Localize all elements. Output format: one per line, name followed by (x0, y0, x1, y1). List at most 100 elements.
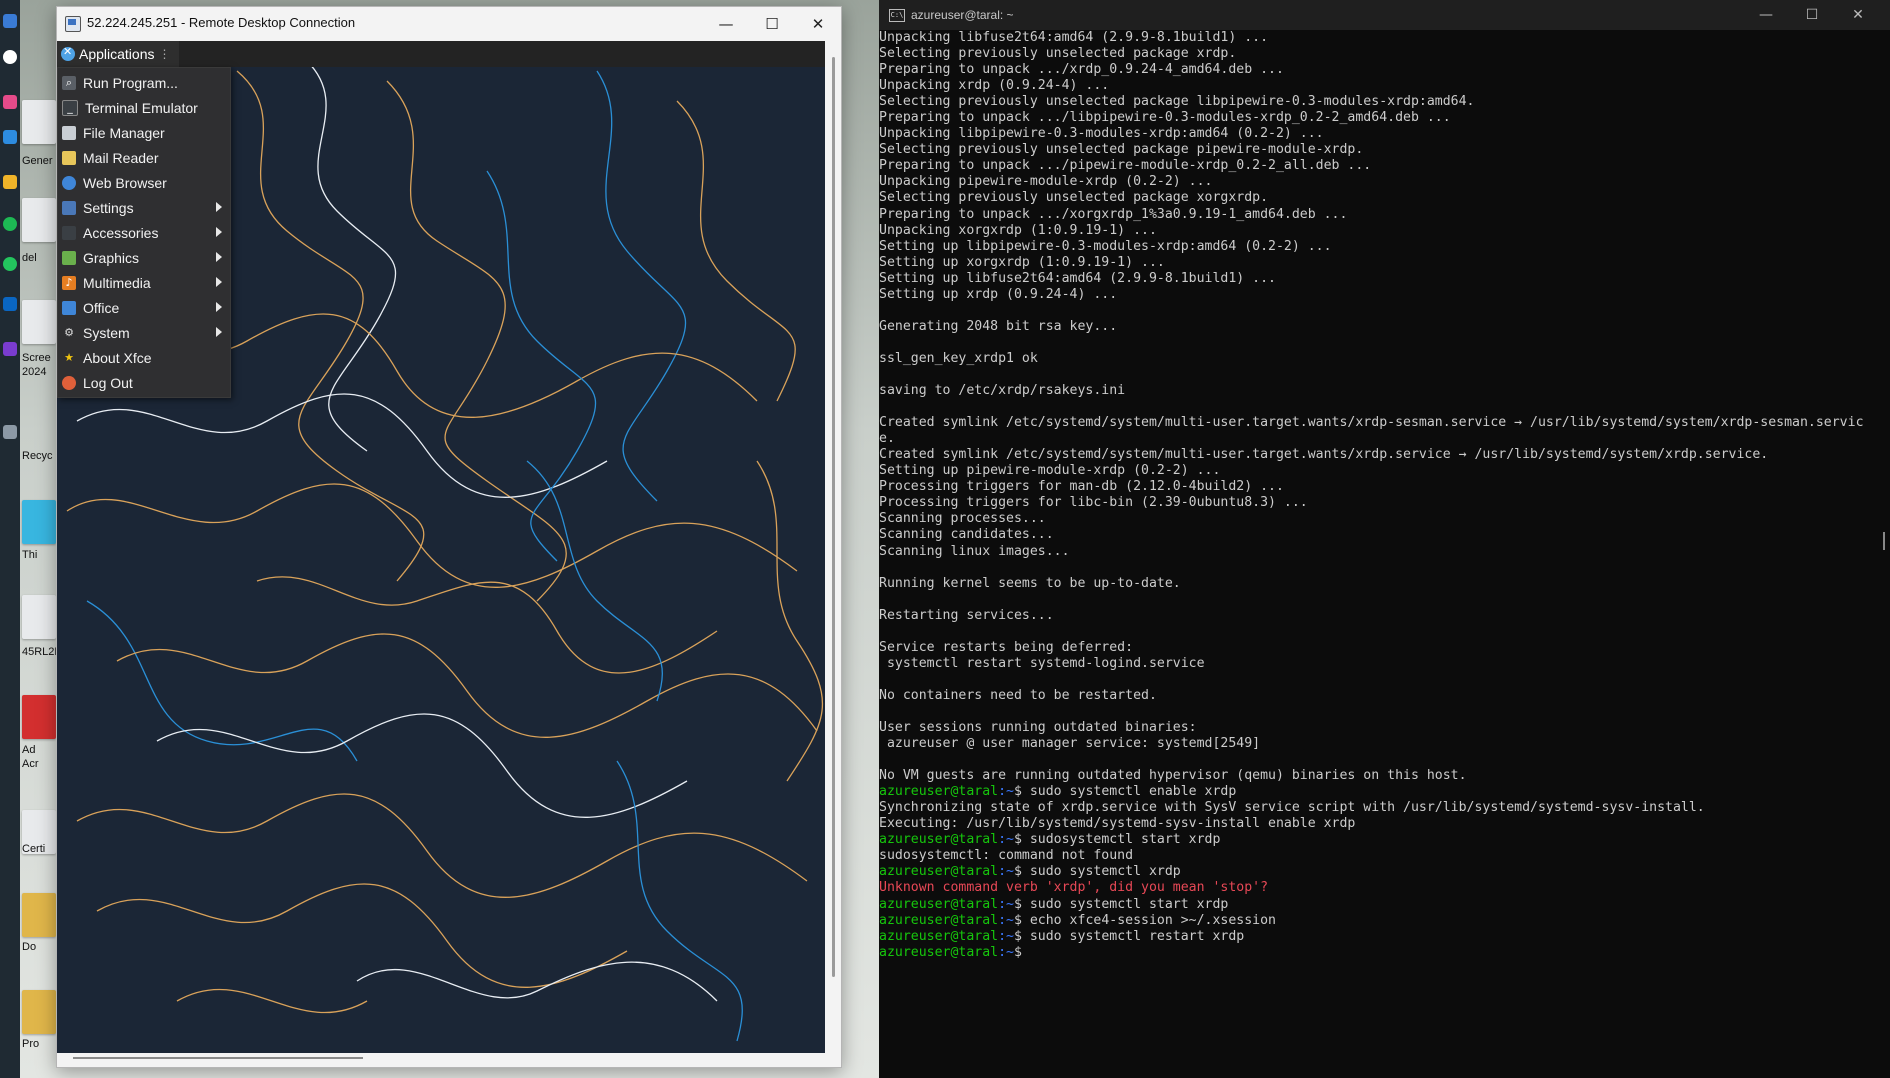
terminal-prompt-line: azureuser@taral:~$ sudo systemctl start … (879, 897, 1879, 913)
menu-item-label: System (83, 324, 130, 341)
terminal-line: Preparing to unpack .../libpipewire-0.3-… (879, 110, 1451, 126)
submenu-arrow-icon (216, 302, 222, 312)
menu-item-accessories[interactable]: Accessories (58, 220, 230, 245)
menu-item-mail-reader[interactable]: Mail Reader (58, 145, 230, 170)
menu-item-file-manager[interactable]: File Manager (58, 120, 230, 145)
terminal-line: Running kernel seems to be up-to-date. (879, 575, 1181, 591)
desktop-icon[interactable] (22, 100, 56, 144)
prompt-user-host: azureuser@taral (879, 912, 999, 928)
taskbar-app-icon[interactable] (3, 14, 17, 28)
terminal-line: Selecting previously unselected package … (879, 46, 1237, 62)
terminal-line: saving to /etc/xrdp/rsakeys.ini (879, 383, 1126, 399)
menu-item-graphics[interactable]: Graphics (58, 245, 230, 270)
terminal-titlebar[interactable]: C:\ azureuser@taral: ~ — ☐ ✕ (879, 0, 1890, 30)
desktop-icon-label: Acr (22, 758, 39, 770)
terminal-line: Scanning processes... (879, 511, 1046, 527)
menu-item-label: File Manager (83, 124, 165, 141)
minimize-button[interactable]: — (703, 7, 749, 41)
prompt-path: :~ (998, 896, 1014, 912)
terminal-line: No VM guests are running outdated hyperv… (879, 768, 1467, 784)
submenu-arrow-icon (216, 202, 222, 212)
vertical-scrollbar[interactable] (832, 57, 835, 977)
logout-icon (62, 375, 76, 390)
desktop-icon-label: Do (22, 941, 37, 953)
horizontal-scrollbar[interactable] (73, 1057, 363, 1059)
terminal-line: Selecting previously unselected package … (879, 94, 1475, 110)
graphics-icon (62, 250, 76, 265)
minimize-button[interactable]: — (1743, 0, 1789, 30)
terminal-line: ssl_gen_key_xrdp1 ok (879, 350, 1038, 366)
terminal-line: Created symlink /etc/systemd/system/mult… (879, 415, 1864, 431)
prompt-path: :~ (998, 832, 1014, 848)
terminal-line: Scanning linux images... (879, 543, 1070, 559)
menu-item-web-browser[interactable]: Web Browser (58, 170, 230, 195)
prompt-command: $ sudo systemctl start xrdp (1013, 896, 1229, 912)
menu-item-label: About Xfce (83, 349, 152, 366)
multimedia-icon: ♪ (62, 275, 76, 290)
maximize-button[interactable]: ☐ (749, 7, 795, 41)
desktop-icon[interactable] (22, 198, 56, 242)
terminal-line: Processing triggers for libc-bin (2.39-0… (879, 495, 1308, 511)
terminal-line: Preparing to unpack .../xrdp_0.9.24-4_am… (879, 62, 1284, 78)
menu-item-office[interactable]: Office (58, 295, 230, 320)
terminal-scrollbar[interactable] (1883, 532, 1885, 550)
close-button[interactable]: ✕ (795, 7, 841, 41)
terminal-line: User sessions running outdated binaries: (879, 720, 1197, 736)
menu-item-system[interactable]: ⚙ System (58, 320, 230, 345)
desktop-icon-label: del (22, 252, 37, 264)
rdp-titlebar[interactable]: 52.224.245.251 - Remote Desktop Connecti… (57, 7, 841, 41)
menu-item-about-xfce[interactable]: ★ About Xfce (58, 345, 230, 370)
search-icon[interactable] (3, 50, 17, 64)
taskbar-app-icon[interactable] (3, 95, 17, 109)
menu-item-label: Run Program... (83, 74, 178, 91)
menu-item-settings[interactable]: Settings (58, 195, 230, 220)
menu-item-log-out[interactable]: Log Out (58, 370, 230, 395)
settings-icon (62, 200, 76, 215)
folder-icon[interactable] (22, 990, 56, 1034)
desktop-icon[interactable] (22, 595, 56, 639)
taskbar-app-icon[interactable] (3, 425, 17, 439)
maximize-button[interactable]: ☐ (1789, 0, 1835, 30)
desktop-icon-label: 45RL2F (22, 646, 58, 658)
terminal-prompt-line: azureuser@taral:~$ sudosystemctl start x… (879, 832, 1879, 848)
terminal-window-title: azureuser@taral: ~ (911, 8, 1014, 22)
applications-menu-button[interactable]: Applications ⋮ (57, 41, 179, 67)
taskbar-app-icon[interactable] (3, 175, 17, 189)
recycle-bin-icon[interactable] (22, 400, 56, 444)
taskbar-app-icon[interactable] (3, 130, 17, 144)
taskbar-app-icon[interactable] (3, 257, 17, 271)
terminal-line: Unpacking xrdp (0.9.24-4) ... (879, 78, 1110, 94)
folder-icon[interactable] (22, 893, 56, 937)
prompt-user-host: azureuser@taral (879, 896, 999, 912)
submenu-arrow-icon (216, 227, 222, 237)
terminal-line: systemctl restart systemd-logind.service (879, 655, 1205, 671)
host-taskbar (0, 0, 20, 1078)
terminal-line: Selecting previously unselected package … (879, 190, 1269, 206)
acrobat-icon[interactable] (22, 695, 56, 739)
menu-item-label: Mail Reader (83, 149, 159, 166)
taskbar-app-icon[interactable] (3, 297, 17, 311)
terminal-prompt-line: azureuser@taral:~$ (879, 945, 1879, 961)
star-icon: ★ (64, 350, 74, 364)
this-pc-icon[interactable] (22, 500, 56, 544)
terminal-line: Synchronizing state of xrdp.service with… (879, 800, 1705, 816)
desktop-icon[interactable] (22, 300, 56, 344)
terminal-output[interactable]: Unpacking libfuse2t64:amd64 (2.9.9-8.1bu… (879, 30, 1879, 961)
close-button[interactable]: ✕ (1835, 0, 1881, 30)
menu-item-terminal-emulator[interactable]: _ Terminal Emulator (58, 95, 230, 120)
desktop-icon-label: 2024 (22, 366, 47, 378)
prompt-command: $ sudosystemctl start xrdp (1013, 832, 1221, 848)
menu-item-run-program[interactable]: ⌕ Run Program... (58, 70, 230, 95)
terminal-line: Setting up libfuse2t64:amd64 (2.9.9-8.1b… (879, 270, 1276, 286)
menu-item-multimedia[interactable]: ♪ Multimedia (58, 270, 230, 295)
prompt-user-host: azureuser@taral (879, 944, 999, 960)
menu-item-label: Accessories (83, 224, 159, 241)
prompt-path: :~ (998, 784, 1014, 800)
remote-desktop[interactable]: Applications ⋮ ⌕ Run Program... _ Termin… (57, 41, 825, 1053)
terminal-line: Scanning candidates... (879, 527, 1054, 543)
terminal-line: Setting up libpipewire-0.3-modules-xrdp:… (879, 238, 1332, 254)
taskbar-app-icon[interactable] (3, 217, 17, 231)
desktop-icon-label: Gener (22, 155, 53, 167)
mail-icon (62, 150, 76, 165)
taskbar-app-icon[interactable] (3, 342, 17, 356)
